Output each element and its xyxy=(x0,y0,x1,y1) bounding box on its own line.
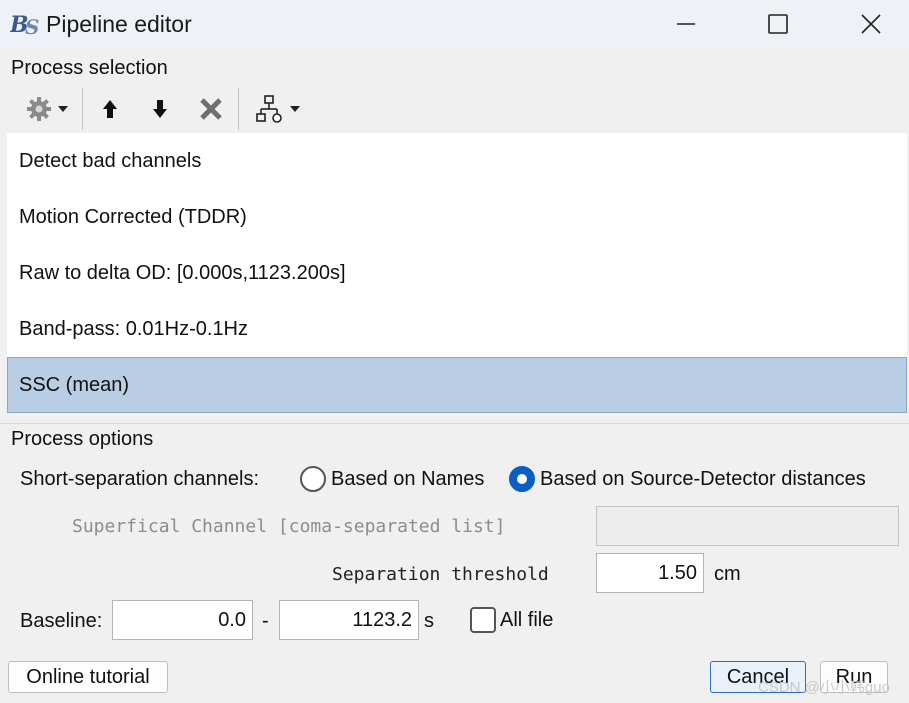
baseline-end-input[interactable]: 1123.2 xyxy=(279,600,419,640)
add-process-button[interactable] xyxy=(16,92,78,126)
close-icon xyxy=(861,14,881,34)
pipeline-menu-button[interactable] xyxy=(252,92,304,126)
process-item-ssc-mean[interactable]: SSC (mean) xyxy=(7,357,907,413)
title-bar: B S Pipeline editor xyxy=(0,0,909,52)
baseline-label: Baseline: xyxy=(20,610,103,632)
process-item-detect-bad-channels[interactable]: Detect bad channels xyxy=(7,133,907,189)
all-file-label[interactable]: All file xyxy=(500,609,553,632)
process-options-heading: Process options xyxy=(11,428,154,450)
section-divider xyxy=(0,423,909,424)
baseline-unit: s xyxy=(424,610,434,632)
watermark: CSDN @小小韩guo xyxy=(758,679,890,696)
maximize-icon xyxy=(768,14,788,34)
delete-icon xyxy=(200,98,222,120)
dropdown-arrow-icon xyxy=(58,106,68,112)
pipeline-tree-icon xyxy=(256,95,282,123)
baseline-start-input[interactable]: 0.0 xyxy=(112,600,253,640)
move-up-button[interactable] xyxy=(96,92,124,126)
baseline-separator: - xyxy=(262,610,269,632)
process-toolbar xyxy=(8,86,308,132)
close-button[interactable] xyxy=(853,8,889,40)
process-list[interactable]: Detect bad channels Motion Corrected (TD… xyxy=(7,133,907,413)
process-item-motion-corrected[interactable]: Motion Corrected (TDDR) xyxy=(7,189,907,245)
move-down-icon xyxy=(153,100,167,118)
minimize-icon xyxy=(677,23,695,25)
move-down-button[interactable] xyxy=(146,92,174,126)
toolbar-separator xyxy=(82,88,83,130)
superficial-channel-label: Superfical Channel [coma-separated list] xyxy=(72,516,506,537)
process-item-raw-to-delta-od[interactable]: Raw to delta OD: [0.000s,1123.200s] xyxy=(7,245,907,301)
dropdown-arrow-icon xyxy=(290,106,300,112)
online-tutorial-button[interactable]: Online tutorial xyxy=(8,661,168,693)
separation-threshold-input[interactable]: 1.50 xyxy=(596,553,704,593)
separation-threshold-label: Separation threshold xyxy=(332,564,549,585)
minimize-button[interactable] xyxy=(668,8,704,40)
short-separation-label: Short-separation channels: xyxy=(20,468,260,490)
process-item-band-pass[interactable]: Band-pass: 0.01Hz-0.1Hz xyxy=(7,301,907,357)
svg-text:S: S xyxy=(25,15,39,38)
radio-based-on-distances-label[interactable]: Based on Source-Detector distances xyxy=(540,468,866,491)
gear-icon xyxy=(27,97,51,121)
superficial-channel-field xyxy=(596,506,899,546)
brainstorm-logo-icon: B S xyxy=(10,12,39,38)
all-file-checkbox[interactable] xyxy=(470,607,496,633)
radio-based-on-names-label[interactable]: Based on Names xyxy=(331,468,484,491)
delete-process-button[interactable] xyxy=(194,92,228,126)
toolbar-separator xyxy=(238,88,239,130)
process-selection-heading: Process selection xyxy=(11,57,168,79)
window-title: Pipeline editor xyxy=(46,11,192,37)
radio-based-on-distances[interactable] xyxy=(509,466,535,492)
move-up-icon xyxy=(103,100,117,118)
radio-based-on-names[interactable] xyxy=(300,466,326,492)
separation-threshold-unit: cm xyxy=(714,563,741,585)
maximize-button[interactable] xyxy=(760,8,796,40)
